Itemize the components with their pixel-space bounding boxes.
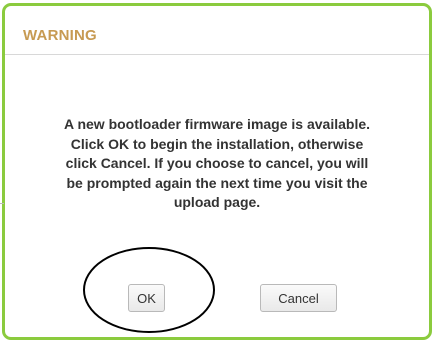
ok-button[interactable]: OK — [128, 284, 165, 312]
dialog-title: WARNING — [23, 27, 97, 44]
dialog-title-bar: WARNING — [5, 6, 429, 55]
screen: WARNING A new bootloader firmware image … — [0, 0, 437, 344]
warning-dialog: WARNING A new bootloader firmware image … — [2, 3, 432, 340]
dialog-message: A new bootloader firmware image is avail… — [63, 116, 371, 210]
cancel-button[interactable]: Cancel — [260, 284, 337, 312]
divider — [0, 203, 4, 204]
